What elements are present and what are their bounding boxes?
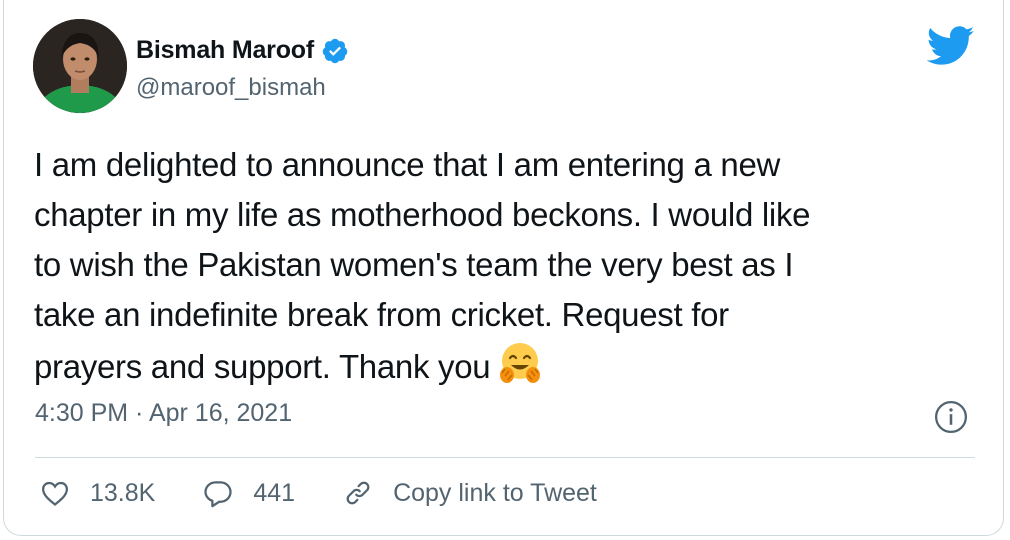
- avatar-image: [33, 19, 127, 113]
- tweet-line: take an indefinite break from cricket. R…: [34, 296, 729, 333]
- copy-link-button[interactable]: Copy link to Tweet: [343, 478, 597, 508]
- copy-link-label: Copy link to Tweet: [393, 478, 597, 507]
- link-icon: [346, 481, 370, 505]
- author-handle[interactable]: @maroof_bismah: [136, 74, 326, 102]
- verified-badge-icon: [322, 38, 348, 63]
- hugging-face-emoji: [500, 343, 541, 383]
- tweet-card: Bismah Maroof @maroof_bismah I am deligh…: [3, 0, 1004, 536]
- tweet-line-last: prayers and support. Thank you: [34, 340, 984, 392]
- reply-bubble-icon: [204, 481, 232, 508]
- heart-icon: [41, 481, 69, 506]
- reply-count: 441: [253, 478, 296, 507]
- tweet-line-text: prayers and support. Thank you: [34, 348, 491, 385]
- tweet-actions: 13.8K 441 Copy link to Tweet: [40, 478, 597, 508]
- like-button[interactable]: 13.8K: [40, 478, 155, 508]
- tweet-line: I am delighted to announce that I am ent…: [34, 146, 781, 183]
- like-count: 13.8K: [90, 478, 156, 507]
- tweet-text: I am delighted to announce that I am ent…: [34, 140, 984, 392]
- twitter-bird-icon[interactable]: [927, 26, 975, 66]
- info-icon[interactable]: [934, 400, 968, 434]
- author-name-row[interactable]: Bismah Maroof: [136, 36, 349, 65]
- author-name[interactable]: Bismah Maroof: [136, 36, 314, 65]
- tweet-line: chapter in my life as motherhood beckons…: [34, 196, 811, 233]
- reply-button[interactable]: 441: [203, 478, 295, 508]
- tweet-line: to wish the Pakistan women's team the ve…: [34, 246, 794, 283]
- tweet-timestamp[interactable]: 4:30 PM · Apr 16, 2021: [35, 399, 292, 428]
- avatar[interactable]: [33, 19, 127, 113]
- divider: [35, 457, 975, 458]
